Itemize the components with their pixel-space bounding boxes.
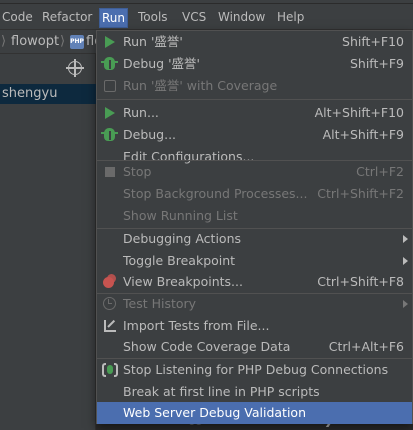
menu-item-stop-listening-php[interactable]: Stop Listening for PHP Debug Connections: [97, 359, 412, 381]
project-tree-item-shengyu[interactable]: shengyu: [0, 84, 96, 104]
menu-item-test-history: Test History: [97, 293, 412, 315]
menu-item-label: Break at first line in PHP scripts: [123, 384, 320, 399]
php-debug-listen-icon: [102, 362, 118, 378]
menu-help[interactable]: Help: [275, 8, 306, 28]
project-tool-window: shengyu: [0, 54, 96, 430]
menu-item-label: Run '盛誉' with Coverage: [123, 78, 278, 93]
menu-run[interactable]: Run: [99, 8, 129, 28]
stop-icon: [105, 167, 115, 177]
menu-item-import-tests[interactable]: Import Tests from File...: [97, 315, 412, 337]
submenu-arrow-icon: [403, 257, 408, 265]
menu-item-label: Debug...: [123, 127, 177, 142]
run-icon: [105, 107, 115, 119]
menu-item-label: Stop: [123, 164, 152, 179]
menu-item-label: Debug '盛誉': [123, 56, 200, 71]
menu-vcs[interactable]: VCS: [180, 8, 208, 28]
locate-file-icon[interactable]: [66, 59, 84, 77]
menu-item-web-server-debug-validation[interactable]: Web Server Debug Validation: [97, 402, 412, 424]
coverage-icon: [104, 80, 116, 92]
menu-item-stop: Stop Ctrl+F2: [97, 161, 412, 183]
menu-item-label: Toggle Breakpoint: [123, 253, 236, 268]
menu-item-shortcut: Ctrl+Shift+F8: [317, 274, 404, 289]
menu-item-shortcut: Shift+F9: [349, 56, 404, 71]
menu-item-run-config[interactable]: Run '盛誉' Shift+F10: [97, 31, 412, 53]
menu-item-label: Show Running List: [123, 208, 238, 223]
menu-item-label: Import Tests from File...: [123, 318, 270, 333]
submenu-arrow-icon: [403, 235, 408, 243]
menu-item-debugging-actions[interactable]: Debugging Actions: [97, 228, 412, 250]
menu-item-shortcut: Alt+Shift+F10: [314, 105, 404, 120]
main-menu-bar: Code Refactor Run Tools VCS Window Help: [0, 4, 413, 30]
php-file-icon: PHP: [70, 35, 84, 49]
menu-item-label: Run '盛誉': [123, 34, 183, 49]
import-icon: [104, 320, 116, 332]
menu-item-label: Stop Listening for PHP Debug Connections: [123, 362, 389, 377]
run-menu-dropdown: Run '盛誉' Shift+F10 Debug '盛誉' Shift+F9 R…: [96, 30, 413, 424]
breadcrumb-separator-icon: ⟩: [60, 34, 66, 49]
menu-refactor[interactable]: Refactor: [40, 8, 94, 28]
menu-item-debug-config[interactable]: Debug '盛誉' Shift+F9: [97, 53, 412, 75]
menu-item-stop-background: Stop Background Processes... Ctrl+Shift+…: [97, 183, 412, 205]
submenu-arrow-icon: [403, 300, 408, 308]
run-icon: [105, 36, 115, 48]
breadcrumb-separator-icon: ⟩: [1, 34, 7, 49]
menu-item-label: Test History: [123, 296, 197, 311]
menu-item-run-dialog[interactable]: Run... Alt+Shift+F10: [97, 102, 412, 124]
menu-item-show-running-list: Show Running List: [97, 205, 412, 227]
debug-icon: [101, 128, 118, 141]
menu-item-shortcut: Alt+Shift+F9: [322, 127, 404, 142]
menu-item-view-breakpoints[interactable]: View Breakpoints... Ctrl+Shift+F8: [97, 271, 412, 293]
menu-item-shortcut: Ctrl+Shift+F2: [317, 186, 404, 201]
menu-item-shortcut: Ctrl+F2: [356, 164, 404, 179]
menu-item-label: Run...: [123, 105, 159, 120]
history-icon: [103, 297, 116, 310]
menu-item-run-with-coverage: Run '盛誉' with Coverage: [97, 75, 412, 97]
menu-item-shortcut: Ctrl+Alt+F6: [328, 339, 404, 354]
breadcrumb-flowopt[interactable]: flowopt: [11, 33, 59, 51]
menu-item-toggle-breakpoint[interactable]: Toggle Breakpoint: [97, 250, 412, 272]
breakpoints-icon: [107, 274, 116, 283]
menu-item-debug-dialog[interactable]: Debug... Alt+Shift+F9: [97, 124, 412, 146]
menu-code[interactable]: Code: [0, 8, 35, 28]
menu-item-break-first-line[interactable]: Break at first line in PHP scripts: [97, 381, 412, 403]
debug-icon: [101, 57, 118, 70]
menu-item-label: Web Server Debug Validation: [123, 405, 306, 420]
menu-item-label: View Breakpoints...: [123, 274, 243, 289]
menu-item-label: Show Code Coverage Data: [123, 339, 291, 354]
menu-window[interactable]: Window: [216, 8, 267, 28]
menu-item-label: Debugging Actions: [123, 231, 242, 246]
menu-item-shortcut: Shift+F10: [342, 34, 404, 49]
menu-item-show-coverage-data[interactable]: Show Code Coverage Data Ctrl+Alt+F6: [97, 336, 412, 358]
menu-item-label: Stop Background Processes...: [123, 186, 308, 201]
menu-separator: [97, 99, 412, 100]
project-toolbar: [0, 54, 96, 80]
menu-tools[interactable]: Tools: [136, 8, 170, 28]
